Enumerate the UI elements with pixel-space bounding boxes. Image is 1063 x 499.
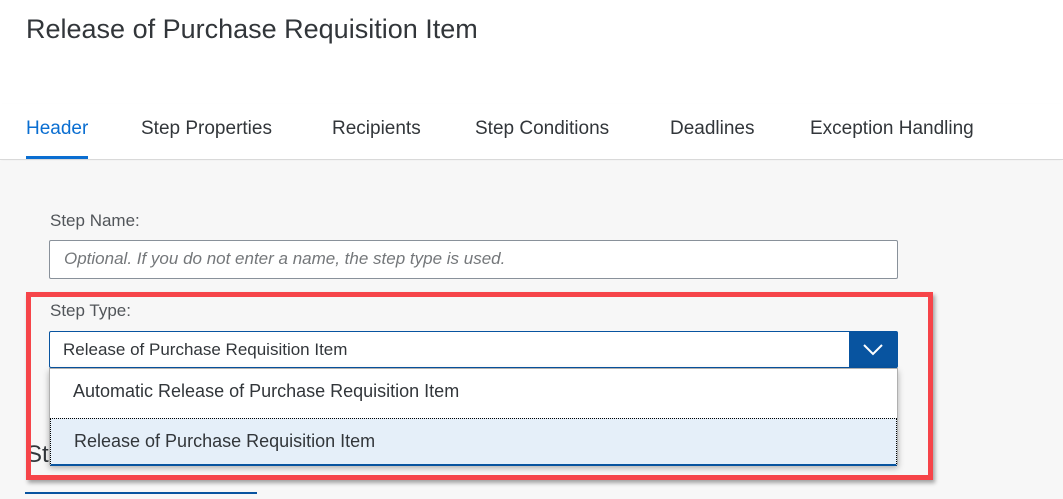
tab-step-conditions[interactable]: Step Conditions	[475, 118, 609, 156]
section-underline	[25, 492, 257, 494]
tab-deadlines[interactable]: Deadlines	[670, 118, 755, 156]
tab-header[interactable]: Header	[26, 118, 89, 159]
page-title: Release of Purchase Requisition Item	[26, 14, 478, 44]
tab-step-properties[interactable]: Step Properties	[141, 118, 272, 156]
highlight-box	[26, 292, 933, 480]
tab-recipients[interactable]: Recipients	[332, 118, 421, 156]
step-name-input[interactable]: Optional. If you do not enter a name, th…	[49, 240, 898, 279]
tab-exception-handling[interactable]: Exception Handling	[810, 118, 974, 156]
tab-bar: Header Step Properties Recipients Step C…	[0, 104, 1063, 160]
step-name-label: Step Name:	[50, 211, 140, 230]
